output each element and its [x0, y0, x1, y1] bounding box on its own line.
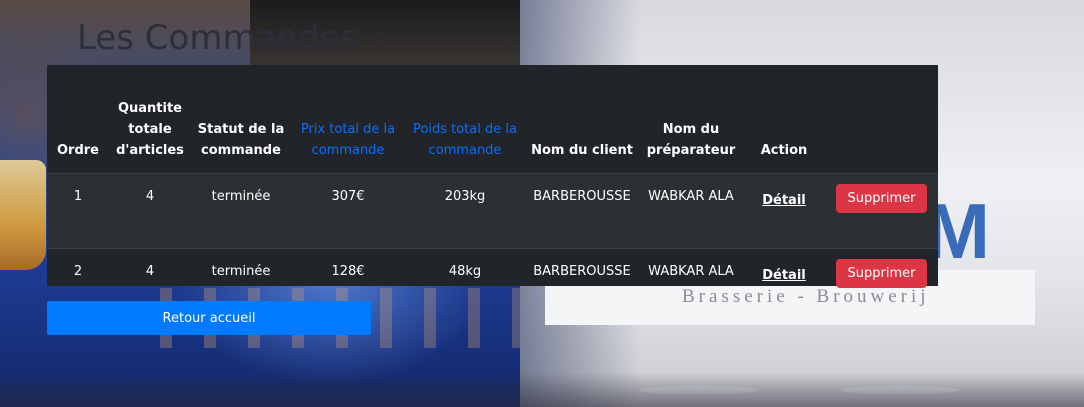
price-cell: 307€	[291, 173, 405, 249]
table-header-row: Ordre Quantite totale d'articles Statut de…	[47, 65, 938, 174]
column-header: Nom du préparateur	[639, 65, 743, 174]
delete-cell: Supprimer	[825, 173, 938, 249]
delete-button[interactable]: Supprimer	[835, 184, 928, 213]
client-name-cell: BARBEROUSSE	[525, 248, 639, 323]
orders-table: Ordre Quantite totale d'articles Statut de…	[47, 65, 938, 323]
beer-glass-image	[0, 160, 46, 270]
quantity-cell: 4	[109, 173, 191, 249]
delete-cell: Supprimer	[825, 248, 938, 323]
client-name-cell: BARBEROUSSE	[525, 173, 639, 249]
column-header: Ordre	[47, 65, 109, 174]
table-row: 1 4 terminée 307€ 203kg BARBEROUSSE WABKAR ALA…	[47, 173, 938, 249]
preparer-name-cell: WABKAR ALA	[639, 248, 743, 323]
weight-cell: 48kg	[405, 248, 525, 323]
action-cell: Détail	[743, 173, 825, 249]
delete-button[interactable]: Supprimer	[835, 259, 928, 288]
column-header: Nom du client	[525, 65, 639, 174]
order-number-cell: 1	[47, 173, 109, 249]
column-header: Quantite totale d'articles	[109, 65, 191, 174]
brewery-logo: M	[925, 187, 990, 275]
column-header	[825, 65, 938, 174]
orders-table-grid: Ordre Quantite totale d'articles Statut de…	[47, 65, 938, 323]
column-header: Statut de la commande	[191, 65, 291, 174]
status-cell: terminée	[191, 173, 291, 249]
detail-link[interactable]: Détail	[762, 265, 806, 287]
weight-cell: 203kg	[405, 173, 525, 249]
column-header: Action	[743, 65, 825, 174]
column-header[interactable]: Poids total de la commande	[405, 65, 525, 174]
preparer-name-cell: WABKAR ALA	[639, 173, 743, 249]
action-cell: Détail	[743, 248, 825, 323]
detail-link[interactable]: Détail	[762, 190, 806, 212]
home-button[interactable]: Retour accueil	[47, 301, 371, 335]
page-title: Les Commandes	[77, 18, 359, 58]
column-header[interactable]: Prix total de la commande	[291, 65, 405, 174]
